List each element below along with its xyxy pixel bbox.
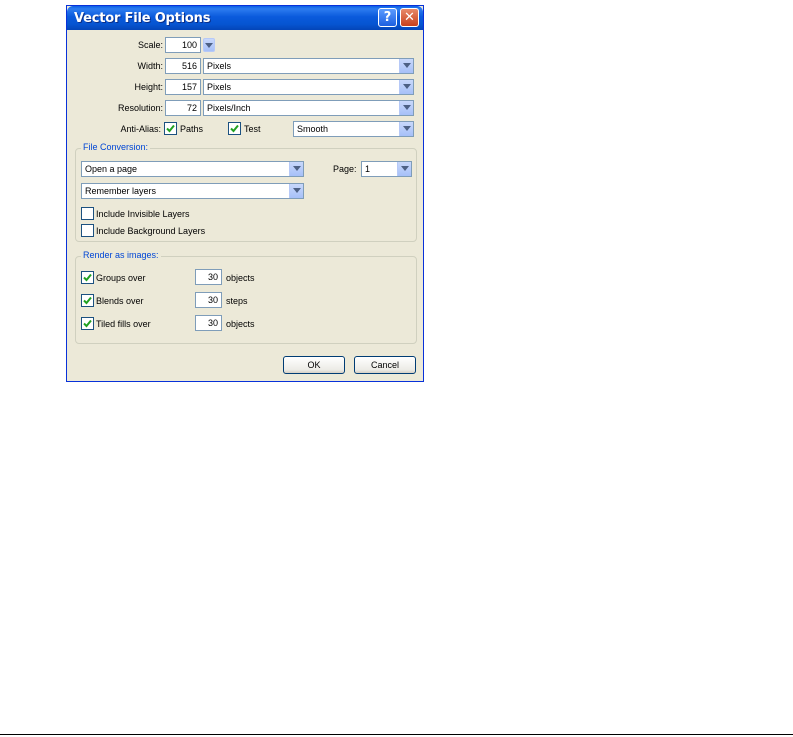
close-icon: ✕ xyxy=(404,10,415,25)
close-button[interactable]: ✕ xyxy=(400,8,419,27)
checkmark-icon xyxy=(230,124,239,133)
anti-alias-mode-dropdown-button[interactable] xyxy=(399,122,413,136)
tiled-fills-over-checkbox[interactable] xyxy=(81,317,94,330)
anti-alias-mode-value: Smooth xyxy=(297,124,329,134)
tiled-fills-over-unit: objects xyxy=(226,319,255,329)
page-number-dropdown-button[interactable] xyxy=(397,162,411,176)
window-title: Vector File Options xyxy=(74,11,211,26)
help-button[interactable]: ? xyxy=(378,8,397,27)
page-bottom-rule xyxy=(0,734,793,735)
width-unit-select[interactable]: Pixels xyxy=(203,58,414,74)
ok-button[interactable]: OK xyxy=(283,356,345,374)
width-label: Width: xyxy=(137,61,163,71)
width-unit-dropdown-button[interactable] xyxy=(399,59,413,73)
page-mode-value: Open a page xyxy=(85,164,138,174)
title-bar[interactable]: Vector File Options ? ✕ xyxy=(67,6,423,30)
anti-alias-text-label: Test xyxy=(244,124,261,134)
page-number-value: 1 xyxy=(365,164,371,174)
resolution-unit-select[interactable]: Pixels/Inch xyxy=(203,100,414,116)
blends-over-checkbox[interactable] xyxy=(81,294,94,307)
include-invisible-layers-label: Include Invisible Layers xyxy=(96,209,190,219)
tiled-fills-over-label: Tiled fills over xyxy=(96,319,151,329)
scale-label: Scale: xyxy=(137,40,163,50)
height-unit-dropdown-button[interactable] xyxy=(399,80,413,94)
width-unit-value: Pixels xyxy=(207,61,232,71)
resolution-label: Resolution: xyxy=(117,103,163,113)
checkmark-icon xyxy=(83,319,92,328)
tiled-fills-over-input[interactable]: 30 xyxy=(195,315,222,331)
anti-alias-paths-label: Paths xyxy=(180,124,204,134)
blends-over-input[interactable]: 30 xyxy=(195,292,222,308)
groups-over-checkbox[interactable] xyxy=(81,271,94,284)
scale-dropdown-button[interactable] xyxy=(203,38,215,52)
groups-over-input[interactable]: 30 xyxy=(195,269,222,285)
layers-mode-dropdown-button[interactable] xyxy=(289,184,303,198)
height-unit-value: Pixels xyxy=(207,82,232,92)
anti-alias-mode-select[interactable]: Smooth xyxy=(293,121,414,137)
chevron-down-icon xyxy=(403,105,411,110)
groups-over-unit: objects xyxy=(226,273,255,283)
include-background-layers-label: Include Background Layers xyxy=(96,226,206,236)
resolution-unit-dropdown-button[interactable] xyxy=(399,101,413,115)
resolution-unit-value: Pixels/Inch xyxy=(207,103,251,113)
chevron-down-icon xyxy=(293,188,301,193)
blends-over-unit: steps xyxy=(226,296,248,306)
checkmark-icon xyxy=(166,124,175,133)
help-icon: ? xyxy=(383,10,392,25)
anti-alias-text-checkbox[interactable] xyxy=(228,122,241,135)
scale-input[interactable]: 100 xyxy=(165,37,201,53)
cancel-button[interactable]: Cancel xyxy=(354,356,416,374)
chevron-down-icon xyxy=(403,63,411,68)
resolution-input[interactable]: 72 xyxy=(165,100,201,116)
anti-alias-label: Anti-Alias: xyxy=(120,124,161,134)
vector-file-options-dialog: Vector File Options ? ✕ Scale: 100 Width… xyxy=(66,5,424,382)
chevron-down-icon xyxy=(205,43,213,48)
height-unit-select[interactable]: Pixels xyxy=(203,79,414,95)
layers-mode-value: Remember layers xyxy=(85,186,157,196)
checkmark-icon xyxy=(83,296,92,305)
blends-over-label: Blends over xyxy=(96,296,144,306)
chevron-down-icon xyxy=(293,166,301,171)
groups-over-label: Groups over xyxy=(96,273,146,283)
layers-mode-select[interactable]: Remember layers xyxy=(81,183,304,199)
chevron-down-icon xyxy=(401,166,409,171)
page-number-select[interactable]: 1 xyxy=(361,161,412,177)
include-background-layers-checkbox[interactable] xyxy=(81,224,94,237)
page-mode-dropdown-button[interactable] xyxy=(289,162,303,176)
page-label: Page: xyxy=(333,164,357,174)
page-mode-select[interactable]: Open a page xyxy=(81,161,304,177)
include-invisible-layers-checkbox[interactable] xyxy=(81,207,94,220)
chevron-down-icon xyxy=(403,126,411,131)
file-conversion-title: File Conversion: xyxy=(81,142,151,153)
render-as-images-title: Render as images: xyxy=(81,250,161,261)
width-input[interactable]: 516 xyxy=(165,58,201,74)
height-label: Height: xyxy=(134,82,163,92)
height-input[interactable]: 157 xyxy=(165,79,201,95)
anti-alias-paths-checkbox[interactable] xyxy=(164,122,177,135)
checkmark-icon xyxy=(83,273,92,282)
chevron-down-icon xyxy=(403,84,411,89)
